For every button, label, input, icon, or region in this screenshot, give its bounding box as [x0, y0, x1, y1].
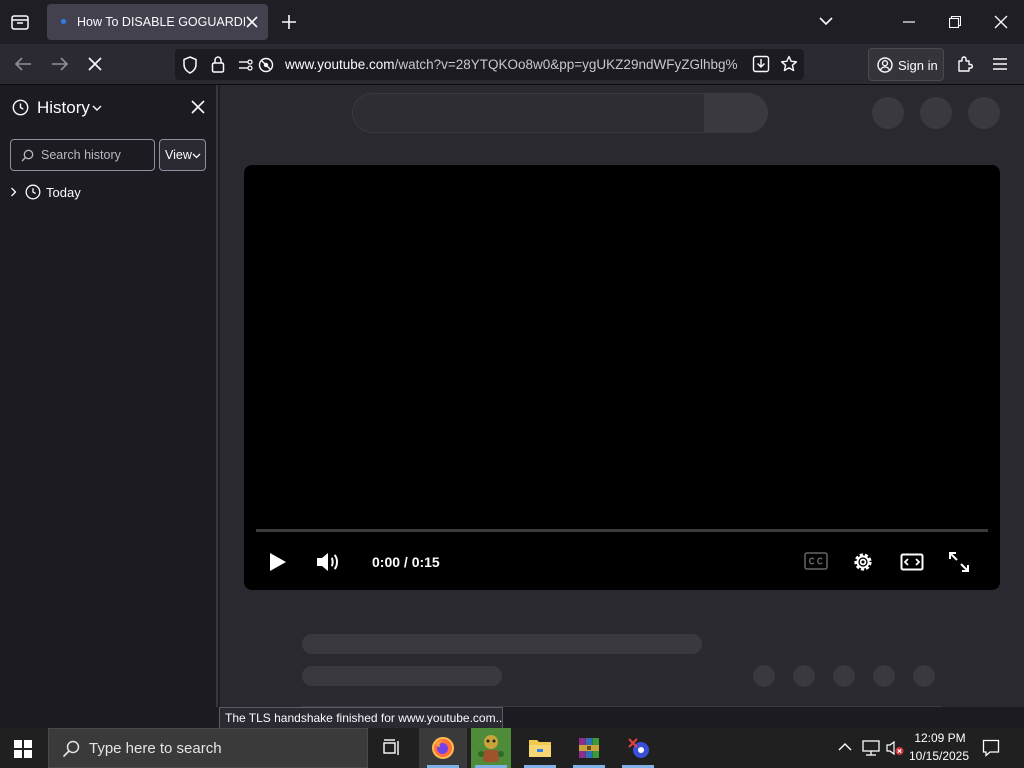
- account-icon: [877, 57, 893, 73]
- close-window-icon[interactable]: [994, 15, 1008, 29]
- chevron-down-icon[interactable]: [818, 15, 834, 27]
- view-menu-button[interactable]: View: [159, 139, 206, 171]
- web-content: 0:00 / 0:15: [220, 85, 1024, 707]
- hamburger-menu-icon[interactable]: [992, 57, 1008, 71]
- windows-taskbar: Type here to search 12:09 PM 10/15/2025: [0, 728, 1024, 768]
- chevron-down-icon: [192, 153, 201, 159]
- header-icon-skeleton: [920, 97, 952, 129]
- chevron-down-icon: [92, 105, 102, 112]
- download-icon[interactable]: [752, 55, 770, 73]
- minimize-icon[interactable]: [903, 21, 915, 23]
- action-skeleton: [833, 665, 855, 687]
- closed-captions-icon[interactable]: [804, 551, 828, 571]
- play-icon[interactable]: [266, 551, 288, 573]
- search-icon: [62, 740, 80, 758]
- plus-icon[interactable]: [281, 14, 297, 30]
- tab-title: How To DISABLE GOGUARDIAN: [77, 15, 245, 29]
- sidebar-switcher-button[interactable]: History: [0, 85, 110, 129]
- taskbar-file-explorer[interactable]: [516, 728, 564, 768]
- search-history-input[interactable]: [41, 147, 149, 163]
- settings-gear-icon[interactable]: [852, 551, 874, 573]
- channel-skeleton: [302, 666, 502, 686]
- app-icon: [626, 736, 650, 760]
- lock-icon[interactable]: [211, 55, 225, 73]
- restore-icon[interactable]: [949, 16, 961, 28]
- task-view-icon[interactable]: [383, 739, 401, 757]
- browser-tab-active[interactable]: How To DISABLE GOGUARDIAN: [47, 4, 268, 40]
- sign-in-label: Sign in: [898, 58, 938, 73]
- taskbar-firefox[interactable]: [419, 728, 467, 768]
- navigation-toolbar: www.youtube.com/watch?v=28YTQKOo8w0&pp=y…: [0, 44, 1024, 85]
- arrow-right-icon[interactable]: [51, 56, 69, 72]
- taskbar-game-app[interactable]: [467, 728, 515, 768]
- game-app-icon: [471, 728, 511, 768]
- fullscreen-icon[interactable]: [948, 551, 970, 573]
- view-label: View: [165, 148, 192, 162]
- arrow-left-icon[interactable]: [14, 56, 32, 72]
- tab-loading-icon: [61, 19, 66, 24]
- windows-start-icon[interactable]: [14, 740, 32, 758]
- chevron-right-icon: [10, 187, 17, 197]
- folder-icon: [528, 737, 552, 759]
- search-history-box[interactable]: [10, 139, 155, 171]
- tab-close-icon[interactable]: [245, 15, 259, 29]
- video-progress-bar[interactable]: [256, 529, 988, 532]
- taskbar-winrar[interactable]: [565, 728, 613, 768]
- sign-in-button[interactable]: Sign in: [868, 48, 944, 81]
- status-panel: The TLS handshake finished for www.youtu…: [219, 707, 503, 729]
- volume-muted-icon[interactable]: [886, 740, 904, 756]
- action-skeleton: [753, 665, 775, 687]
- clock-date[interactable]: 10/15/2025: [906, 749, 972, 763]
- winrar-icon: [577, 736, 601, 760]
- youtube-search-button-skeleton: [704, 93, 768, 133]
- action-skeleton: [793, 665, 815, 687]
- url-text[interactable]: www.youtube.com/watch?v=28YTQKOo8w0&pp=y…: [285, 57, 740, 72]
- network-icon[interactable]: [862, 740, 880, 756]
- title-skeleton: [302, 634, 702, 654]
- history-sidebar: History View Today: [0, 85, 218, 707]
- stop-loading-icon[interactable]: [88, 57, 102, 71]
- close-sidebar-icon[interactable]: [191, 100, 205, 114]
- history-clock-icon: [25, 184, 41, 200]
- url-path: /watch?v=28YTQKOo8w0&pp=ygUKZ29ndWFyZGlh…: [394, 57, 738, 72]
- video-time-display: 0:00 / 0:15: [372, 554, 440, 570]
- taskbar-search-box[interactable]: Type here to search: [48, 728, 368, 768]
- tracking-protection-icon[interactable]: [182, 56, 198, 74]
- search-icon: [21, 149, 34, 162]
- firefox-icon: [431, 736, 455, 760]
- url-domain: www.youtube.com: [285, 57, 395, 72]
- sidebar-title: History: [37, 98, 90, 117]
- extensions-icon[interactable]: [956, 55, 974, 73]
- history-group-label: Today: [46, 185, 81, 200]
- theater-mode-icon[interactable]: [900, 552, 924, 572]
- permissions-icon[interactable]: [238, 57, 274, 73]
- action-skeleton: [873, 665, 895, 687]
- clock-time[interactable]: 12:09 PM: [912, 731, 968, 745]
- history-group-today[interactable]: Today: [0, 179, 216, 205]
- volume-icon[interactable]: [316, 550, 342, 574]
- header-icon-skeleton: [872, 97, 904, 129]
- video-player[interactable]: 0:00 / 0:15: [244, 165, 1000, 590]
- star-icon[interactable]: [780, 55, 798, 73]
- url-bar[interactable]: www.youtube.com/watch?v=28YTQKOo8w0&pp=y…: [175, 49, 804, 80]
- tab-list-icon[interactable]: [10, 12, 30, 32]
- chevron-up-icon[interactable]: [838, 742, 852, 752]
- tab-strip: How To DISABLE GOGUARDIAN: [0, 0, 1024, 44]
- notification-icon[interactable]: [982, 739, 1000, 757]
- taskbar-app[interactable]: [614, 728, 662, 768]
- header-icon-skeleton: [968, 97, 1000, 129]
- taskbar-search-placeholder: Type here to search: [89, 740, 222, 757]
- action-skeleton: [913, 665, 935, 687]
